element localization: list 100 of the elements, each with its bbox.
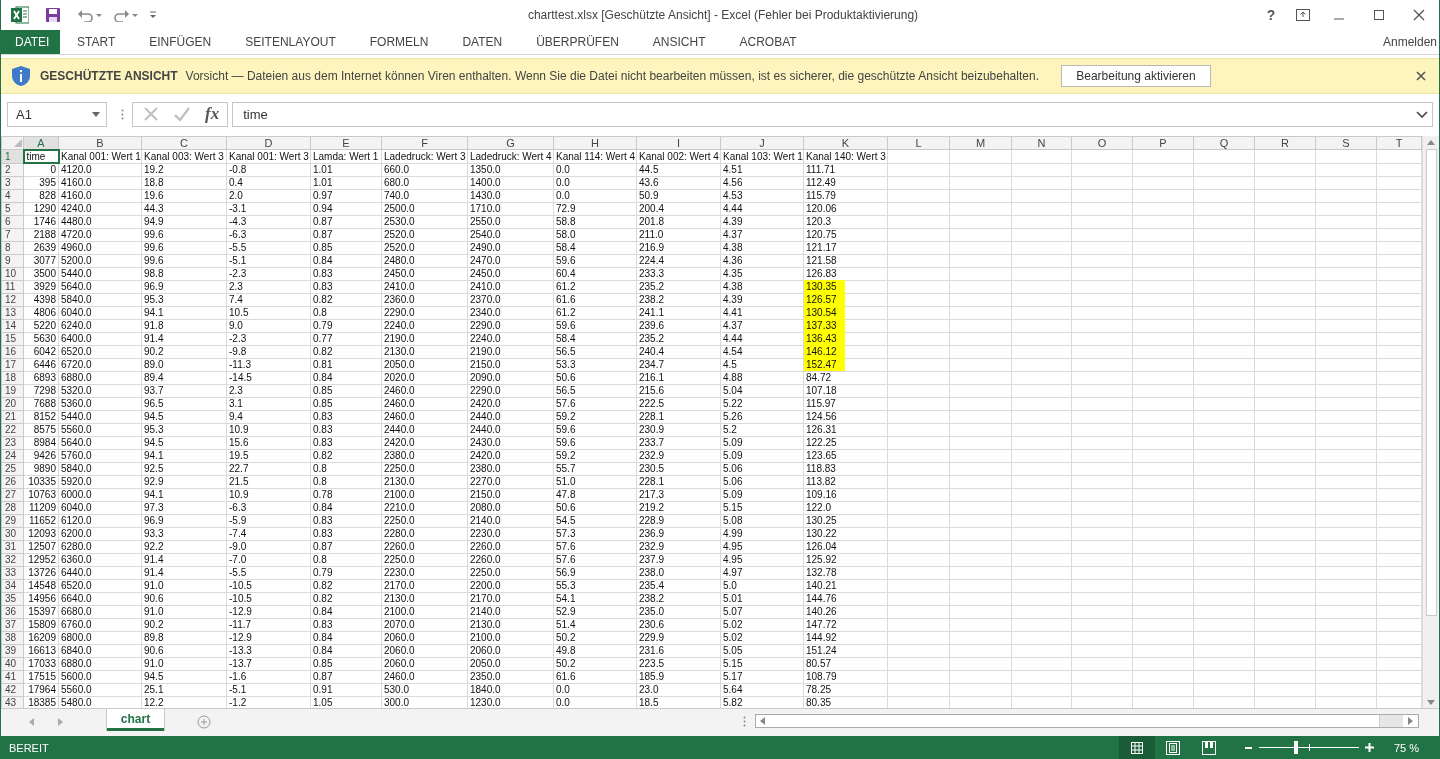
- column-header[interactable]: I: [636, 136, 721, 150]
- column-header[interactable]: K: [803, 136, 888, 150]
- customize-toolbar-icon[interactable]: [149, 9, 157, 20]
- enable-editing-button[interactable]: Bearbeitung aktivieren: [1060, 64, 1211, 87]
- page-break-icon[interactable]: [1201, 740, 1216, 755]
- next-sheet-icon[interactable]: [58, 718, 63, 727]
- column-header[interactable]: G: [467, 136, 554, 150]
- table-cell: 17515: [23, 670, 59, 684]
- table-cell: 111.71: [803, 163, 888, 177]
- table-cell: 61.6: [553, 293, 637, 307]
- formula-field[interactable]: time: [232, 101, 1433, 127]
- add-sheet-icon[interactable]: [197, 715, 211, 730]
- sign-in-link[interactable]: Anmelden: [1382, 34, 1437, 49]
- enter-check-icon[interactable]: [173, 106, 191, 123]
- table-cell: 120.06: [803, 202, 888, 216]
- ribbon-tab[interactable]: ACROBAT: [722, 29, 814, 54]
- previous-sheet-icon[interactable]: [29, 718, 34, 727]
- table-cell: 2140.0: [467, 514, 554, 528]
- ribbon-tab[interactable]: ÜBERPRÜFEN: [519, 29, 636, 54]
- table-cell: 5.06: [720, 462, 804, 476]
- ribbon-tab[interactable]: ANSICHT: [635, 29, 723, 54]
- table-cell: 99.6: [141, 241, 227, 255]
- table-cell: 125.92: [803, 553, 888, 567]
- help-button[interactable]: ?: [1264, 6, 1278, 23]
- zoom-level[interactable]: 75 %: [1393, 741, 1419, 754]
- column-header[interactable]: P: [1132, 136, 1194, 150]
- table-cell: 50.2: [553, 631, 637, 645]
- column-header[interactable]: T: [1376, 136, 1422, 150]
- insert-function-button[interactable]: fx: [205, 104, 220, 125]
- table-cell: -6.3: [226, 228, 311, 242]
- ribbon-tab[interactable]: EINFÜGEN: [132, 29, 229, 54]
- table-cell: 126.31: [803, 423, 888, 437]
- splitter-handle-icon[interactable]: [121, 108, 124, 120]
- cancel-icon[interactable]: [143, 106, 159, 123]
- column-header[interactable]: E: [310, 136, 382, 150]
- table-cell: 238.2: [636, 592, 721, 606]
- column-header[interactable]: D: [226, 136, 311, 150]
- page-layout-icon[interactable]: [1165, 740, 1180, 755]
- table-cell: 50.2: [553, 657, 637, 671]
- close-icon[interactable]: [1416, 70, 1426, 81]
- table-cell: 211.0: [636, 228, 721, 242]
- splitter-handle-icon[interactable]: [743, 716, 746, 728]
- table-cell: 0.82: [310, 579, 382, 593]
- table-cell: 121.58: [803, 254, 888, 268]
- table-cell: 61.2: [553, 306, 637, 320]
- column-header[interactable]: O: [1071, 136, 1133, 150]
- table-cell: 2639: [23, 241, 59, 255]
- column-header[interactable]: B: [58, 136, 142, 150]
- column-header[interactable]: M: [949, 136, 1012, 150]
- ribbon-tab[interactable]: SEITENLAYOUT: [228, 29, 353, 54]
- zoom-in-icon[interactable]: [1364, 743, 1374, 752]
- ribbon-tab[interactable]: START: [60, 29, 133, 54]
- column-header[interactable]: C: [141, 136, 227, 150]
- scroll-down-icon[interactable]: [1427, 700, 1435, 706]
- column-header[interactable]: S: [1315, 136, 1377, 150]
- table-cell: 4.95: [720, 553, 804, 567]
- table-cell: 0.83: [310, 267, 382, 281]
- table-cell: 1290: [23, 202, 59, 216]
- table-cell: 60.4: [553, 267, 637, 281]
- scroll-right-icon[interactable]: [1408, 717, 1413, 726]
- table-cell: 2130.0: [381, 475, 468, 489]
- table-cell: -0.8: [226, 163, 311, 177]
- table-cell: 5.17: [720, 670, 804, 684]
- normal-view-icon[interactable]: [1129, 740, 1144, 755]
- column-header[interactable]: N: [1011, 136, 1072, 150]
- table-cell: 6040.0: [58, 501, 142, 515]
- redo-icon[interactable]: [113, 7, 139, 22]
- caret-icon[interactable]: [1416, 110, 1428, 118]
- table-cell: 235.2: [636, 280, 721, 294]
- maximize-icon[interactable]: [1373, 8, 1385, 21]
- column-header[interactable]: A: [23, 136, 59, 150]
- status-text: BEREIT: [9, 741, 49, 754]
- ribbon-tab[interactable]: FORMELN: [352, 29, 446, 54]
- table-cell: Ladedruck: Wert 3: [381, 149, 468, 164]
- table-cell: 144.76: [803, 592, 888, 606]
- ribbon-tab[interactable]: DATEN: [445, 29, 520, 54]
- table-cell: 58.0: [553, 228, 637, 242]
- table-cell: 2060.0: [381, 631, 468, 645]
- ribbon-display-icon[interactable]: [1296, 8, 1310, 21]
- scroll-left-icon[interactable]: [760, 717, 765, 726]
- column-header[interactable]: J: [720, 136, 804, 150]
- name-box[interactable]: A1: [7, 101, 107, 127]
- scroll-up-icon[interactable]: [1427, 139, 1435, 145]
- column-header[interactable]: L: [887, 136, 950, 150]
- column-header[interactable]: R: [1254, 136, 1316, 150]
- table-cell: 151.24: [803, 644, 888, 658]
- table-cell: 61.6: [553, 670, 637, 684]
- scroll-thumb[interactable]: [1425, 148, 1437, 616]
- column-header[interactable]: H: [553, 136, 637, 150]
- table-cell: 2050.0: [467, 657, 554, 671]
- table-cell: Ladedruck: Wert 4: [467, 149, 554, 164]
- save-icon[interactable]: [45, 6, 61, 23]
- sheet-tab[interactable]: chart: [107, 709, 164, 732]
- column-header[interactable]: F: [381, 136, 468, 150]
- table-cell: 115.79: [803, 189, 888, 203]
- table-cell: 9.0: [226, 319, 311, 333]
- column-header[interactable]: Q: [1193, 136, 1255, 150]
- file-menu-button[interactable]: DATEI: [1, 29, 60, 54]
- zoom-slider-thumb[interactable]: [1293, 741, 1298, 754]
- close-icon[interactable]: [1413, 8, 1425, 21]
